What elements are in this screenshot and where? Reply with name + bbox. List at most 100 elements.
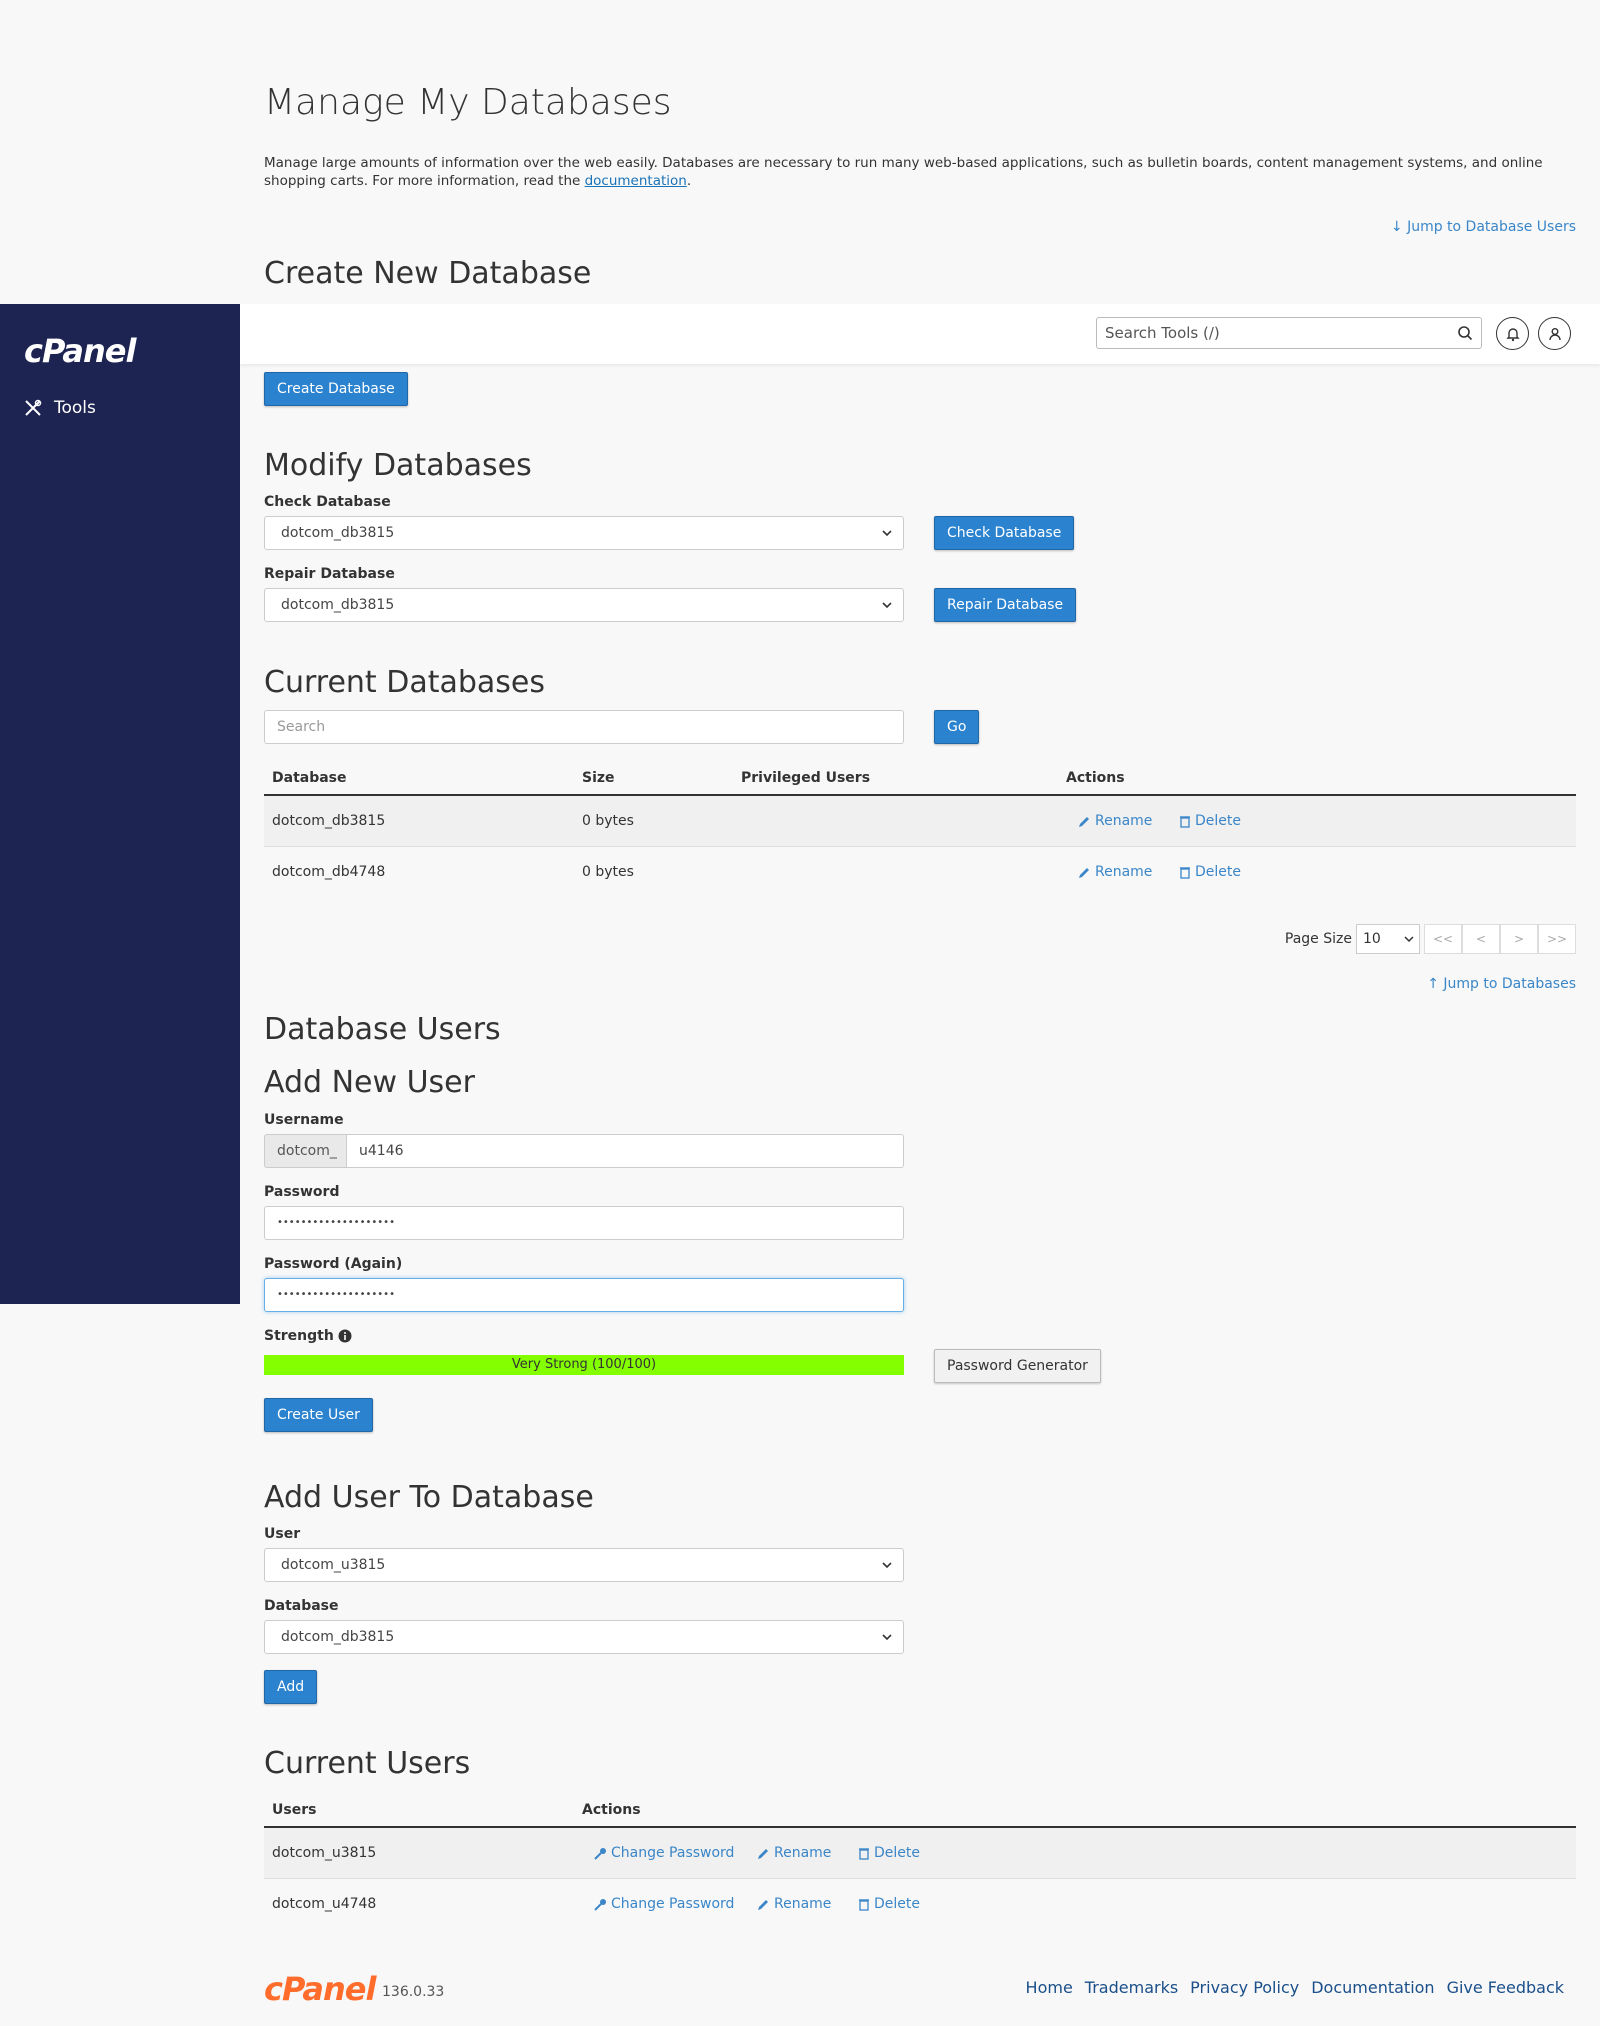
database-select-value: dotcom_db3815	[281, 1629, 395, 1645]
add-button[interactable]: Add	[264, 1670, 318, 1704]
user-name: dotcom_u4748	[272, 1896, 377, 1912]
search-tools-input[interactable]: Search Tools (/)	[1096, 317, 1482, 349]
trash-icon	[1180, 866, 1190, 879]
table-header: Database Size Privileged Users Actions	[264, 760, 1576, 796]
description-text: Manage large amounts of information over…	[264, 155, 1543, 189]
rename-user-link[interactable]: Rename	[757, 1845, 831, 1861]
delete-database-link[interactable]: Delete	[1179, 813, 1241, 829]
cpanel-logo[interactable]: cPanel	[24, 332, 136, 370]
database-name: dotcom_db3815	[272, 813, 386, 829]
sidebar-item-label: Tools	[54, 398, 96, 418]
pagination: Page Size 10 << < > >>	[1285, 924, 1576, 954]
modify-databases-heading: Modify Databases	[264, 448, 532, 483]
change-password-link[interactable]: Change Password	[593, 1845, 734, 1861]
delete-database-link[interactable]: Delete	[1179, 864, 1241, 880]
key-icon	[594, 1898, 606, 1911]
footer-link-home[interactable]: Home	[1026, 1978, 1073, 1997]
rename-label: Rename	[1095, 864, 1153, 880]
column-header: Actions	[1066, 770, 1125, 786]
user-label: User	[264, 1526, 301, 1542]
username-label: Username	[264, 1112, 344, 1128]
table-row: dotcom_db3815 0 bytes Rename Delete	[264, 796, 1576, 847]
current-users-heading: Current Users	[264, 1746, 471, 1781]
page-size-select[interactable]: 10	[1356, 924, 1420, 954]
user-select[interactable]: dotcom_u3815	[264, 1548, 904, 1582]
go-button[interactable]: Go	[934, 710, 980, 744]
bell-icon	[1505, 327, 1520, 341]
delete-label: Delete	[874, 1845, 920, 1861]
footer-link-privacy-policy[interactable]: Privacy Policy	[1190, 1978, 1299, 1997]
database-size: 0 bytes	[582, 864, 634, 880]
current-databases-heading: Current Databases	[264, 665, 545, 700]
prev-page-button[interactable]: <	[1462, 924, 1500, 954]
documentation-link[interactable]: documentation	[585, 173, 687, 189]
add-user-to-database-heading: Add User To Database	[264, 1480, 594, 1515]
password-input[interactable]: ••••••••••••••••••••	[264, 1206, 904, 1240]
rename-label: Rename	[774, 1896, 832, 1912]
search-placeholder: Search Tools (/)	[1105, 324, 1220, 342]
users-table: Users Actions dotcom_u3815 Change Passwo…	[264, 1792, 1576, 1930]
user-select-value: dotcom_u3815	[281, 1557, 386, 1573]
last-page-button[interactable]: >>	[1538, 924, 1576, 954]
footer-cpanel-logo[interactable]: cPanel	[264, 1970, 376, 2008]
chevron-down-icon	[1404, 936, 1414, 943]
column-header[interactable]: Size	[582, 770, 615, 786]
database-users-heading: Database Users	[264, 1012, 501, 1047]
footer: cPanel 136.0.33 Home Trademarks Privacy …	[264, 1970, 1576, 2010]
user-icon	[1548, 327, 1561, 340]
pencil-icon	[758, 1848, 768, 1859]
rename-database-link[interactable]: Rename	[1078, 813, 1152, 829]
column-header[interactable]: Users	[272, 1802, 316, 1818]
password-again-input[interactable]: ••••••••••••••••••••	[264, 1278, 904, 1312]
delete-user-link[interactable]: Delete	[858, 1896, 920, 1912]
database-size: 0 bytes	[582, 813, 634, 829]
jump-users-label: Jump to Database Users	[1407, 219, 1576, 235]
create-user-button[interactable]: Create User	[264, 1398, 373, 1432]
info-icon[interactable]	[338, 1329, 352, 1343]
chevron-down-icon	[882, 1634, 892, 1641]
username-input[interactable]: u4146	[346, 1134, 904, 1168]
add-new-user-heading: Add New User	[264, 1065, 475, 1100]
password-generator-button[interactable]: Password Generator	[934, 1349, 1101, 1383]
database-name: dotcom_db4748	[272, 864, 386, 880]
user-menu-button[interactable]	[1538, 317, 1571, 350]
rename-user-link[interactable]: Rename	[757, 1896, 831, 1912]
footer-link-trademarks[interactable]: Trademarks	[1085, 1978, 1178, 1997]
jump-to-databases-link[interactable]: ↑ Jump to Databases	[1427, 976, 1576, 992]
database-search-input[interactable]: Search	[264, 710, 904, 744]
check-database-select[interactable]: dotcom_db3815	[264, 516, 904, 550]
repair-database-button[interactable]: Repair Database	[934, 588, 1077, 622]
delete-user-link[interactable]: Delete	[858, 1845, 920, 1861]
column-header[interactable]: Database	[272, 770, 347, 786]
trash-icon	[859, 1898, 869, 1911]
page-description: Manage large amounts of information over…	[264, 154, 1576, 190]
trash-icon	[859, 1847, 869, 1860]
password-strength-meter: Very Strong (100/100)	[264, 1355, 904, 1375]
delete-label: Delete	[1195, 813, 1241, 829]
repair-database-label: Repair Database	[264, 566, 395, 582]
check-database-button[interactable]: Check Database	[934, 516, 1075, 550]
create-database-button[interactable]: Create Database	[264, 372, 408, 406]
rename-database-link[interactable]: Rename	[1078, 864, 1152, 880]
jump-databases-label: Jump to Databases	[1443, 976, 1576, 992]
table-header: Users Actions	[264, 1792, 1576, 1828]
create-database-heading: Create New Database	[264, 256, 592, 291]
footer-link-documentation[interactable]: Documentation	[1311, 1978, 1434, 1997]
column-header: Privileged Users	[741, 770, 871, 786]
change-password-label: Change Password	[611, 1896, 735, 1912]
change-password-link[interactable]: Change Password	[593, 1896, 734, 1912]
sidebar-item-tools[interactable]: Tools	[24, 398, 96, 418]
repair-database-select[interactable]: dotcom_db3815	[264, 588, 904, 622]
search-icon	[1458, 326, 1473, 341]
chevron-down-icon	[882, 602, 892, 609]
table-row: dotcom_db4748 0 bytes Rename Delete	[264, 847, 1576, 898]
first-page-button[interactable]: <<	[1424, 924, 1462, 954]
next-page-button[interactable]: >	[1500, 924, 1538, 954]
footer-links: Home Trademarks Privacy Policy Documenta…	[1026, 1978, 1564, 1997]
notifications-button[interactable]	[1496, 317, 1529, 350]
delete-label: Delete	[1195, 864, 1241, 880]
database-select[interactable]: dotcom_db3815	[264, 1620, 904, 1654]
page-title: Manage My Databases	[264, 82, 672, 123]
footer-link-give-feedback[interactable]: Give Feedback	[1447, 1978, 1564, 1997]
jump-to-database-users-link[interactable]: ↓ Jump to Database Users	[1391, 219, 1576, 235]
